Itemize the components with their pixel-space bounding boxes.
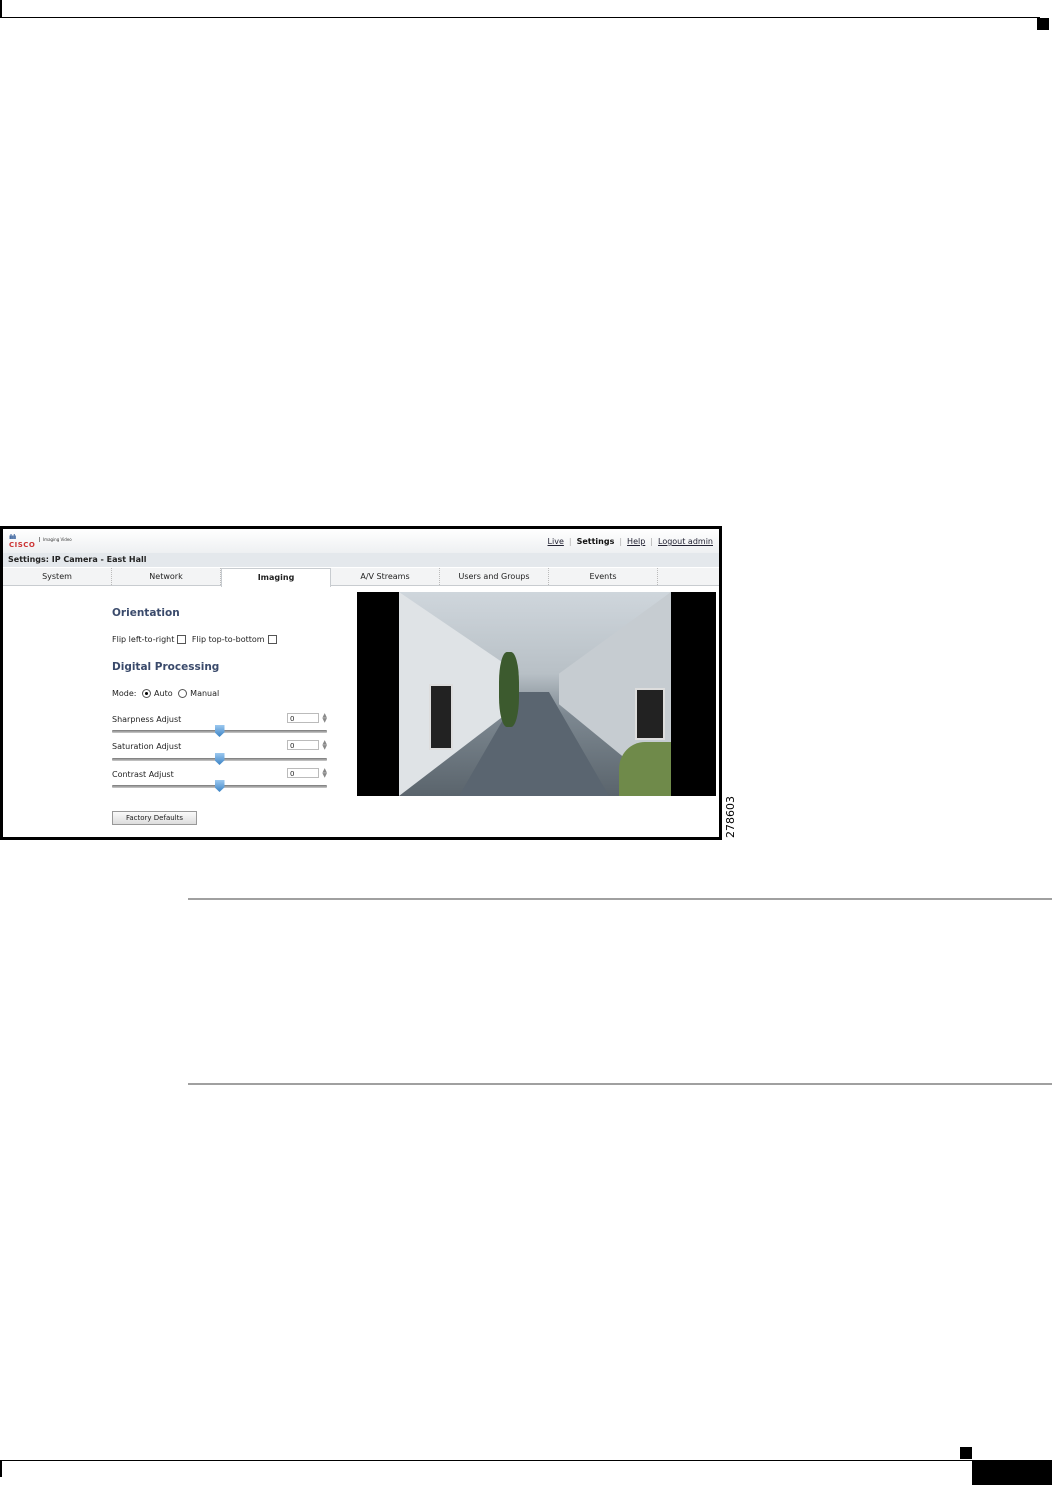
settings-link[interactable]: Settings: [577, 537, 615, 546]
plant: [499, 652, 519, 727]
flip-lr-checkbox[interactable]: [177, 635, 187, 644]
note-rule-bottom: [188, 1083, 1052, 1085]
wall-picture: [429, 684, 453, 750]
cisco-logo: ılıılı CISCO: [9, 534, 36, 549]
sharpness-slider-thumb[interactable]: [214, 725, 225, 737]
wall-picture: [635, 688, 665, 740]
mode-row: Mode: Auto Manual: [112, 689, 219, 698]
tab-events[interactable]: Events: [549, 568, 658, 585]
note-rule-top: [188, 898, 1052, 900]
header-rule: [0, 17, 1040, 18]
settings-tabs: System Network Imaging A/V Streams Users…: [3, 568, 719, 587]
top-nav: Live | Settings | Help | Logout admin: [547, 537, 713, 546]
product-logo: Imaging Video: [39, 537, 72, 542]
tab-users-and-groups[interactable]: Users and Groups: [440, 568, 549, 585]
footer-rule: [0, 1460, 1052, 1461]
orientation-row: Flip left-to-right Flip top-to-bottom: [112, 635, 280, 644]
logout-link[interactable]: Logout admin: [658, 537, 713, 546]
hallway-image: [399, 592, 671, 796]
camera-settings-screenshot: ılıılı CISCO Imaging Video Live | Settings…: [0, 526, 722, 840]
saturation-input[interactable]: 0: [287, 740, 319, 750]
contrast-label: Contrast Adjust: [112, 770, 174, 779]
sharpness-row: Sharpness Adjust 0 ▲ ▼: [112, 713, 327, 725]
sharpness-spinner-icon[interactable]: ▲ ▼: [322, 713, 327, 724]
live-link[interactable]: Live: [548, 537, 564, 546]
footer-rule-tick: [0, 1460, 2, 1477]
tab-network[interactable]: Network: [112, 568, 221, 585]
contrast-slider-thumb[interactable]: [214, 780, 225, 792]
contrast-input[interactable]: 0: [287, 768, 319, 778]
saturation-slider-thumb[interactable]: [214, 753, 225, 765]
tab-imaging[interactable]: Imaging: [221, 568, 331, 587]
orientation-heading: Orientation: [112, 607, 180, 619]
manual-label: Manual: [190, 689, 220, 698]
factory-defaults-button[interactable]: Factory Defaults: [112, 811, 197, 825]
flip-lr-label: Flip left-to-right: [112, 635, 175, 644]
sharpness-label: Sharpness Adjust: [112, 715, 182, 724]
saturation-row: Saturation Adjust 0 ▲ ▼: [112, 740, 327, 752]
auto-radio[interactable]: [142, 689, 152, 698]
header-rule-tick: [0, 0, 2, 18]
flip-tb-checkbox[interactable]: [267, 635, 277, 644]
live-video-preview: [357, 592, 716, 796]
sharpness-slider[interactable]: [112, 725, 327, 737]
saturation-slider[interactable]: [112, 753, 327, 765]
flip-tb-label: Flip top-to-bottom: [191, 635, 265, 644]
page-number-block: [972, 1461, 1052, 1485]
sharpness-input[interactable]: 0: [287, 713, 319, 723]
contrast-row: Contrast Adjust 0 ▲ ▼: [112, 768, 327, 780]
mode-label: Mode:: [112, 689, 137, 698]
auto-label: Auto: [154, 689, 173, 698]
saturation-spinner-icon[interactable]: ▲ ▼: [322, 740, 327, 751]
contrast-slider[interactable]: [112, 780, 327, 792]
header-marker: [1037, 18, 1049, 30]
tab-system[interactable]: System: [3, 568, 112, 585]
plant: [619, 742, 671, 796]
app-header: ılıılı CISCO Imaging Video Live | Settings…: [3, 529, 719, 554]
tab-av-streams[interactable]: A/V Streams: [331, 568, 440, 585]
page-title: Settings: IP Camera - East Hall: [3, 553, 719, 567]
saturation-label: Saturation Adjust: [112, 742, 182, 751]
contrast-spinner-icon[interactable]: ▲ ▼: [322, 768, 327, 779]
footer-marker: [960, 1447, 972, 1459]
figure-number: 278603: [724, 796, 737, 838]
digital-processing-heading: Digital Processing: [112, 661, 220, 673]
manual-radio[interactable]: [178, 689, 188, 698]
help-link[interactable]: Help: [627, 537, 645, 546]
